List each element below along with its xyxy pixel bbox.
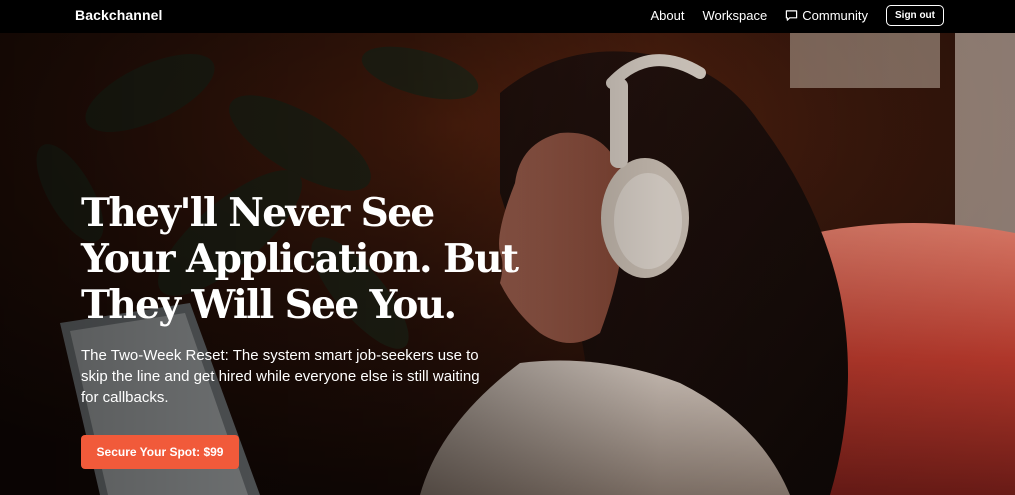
brand-logo[interactable]: Backchannel — [75, 7, 162, 23]
secure-spot-button[interactable]: Secure Your Spot: $99 — [81, 435, 239, 469]
nav-about-link[interactable]: About — [650, 8, 684, 23]
hero-subtitle: The Two-Week Reset: The system smart job… — [81, 347, 480, 406]
nav-community-label: Community — [802, 8, 868, 23]
hero-section: They'll Never See Your Application. But … — [0, 33, 1015, 495]
nav-links: About Workspace Community Sign out — [650, 5, 944, 26]
hero-title: They'll Never See Your Application. But … — [81, 190, 519, 328]
chat-bubble-icon — [786, 10, 798, 21]
nav-workspace-link[interactable]: Workspace — [702, 8, 767, 23]
nav-community-link[interactable]: Community — [785, 8, 868, 23]
top-nav: Backchannel About Workspace Community Si… — [0, 0, 1015, 33]
sign-out-button[interactable]: Sign out — [886, 5, 944, 26]
